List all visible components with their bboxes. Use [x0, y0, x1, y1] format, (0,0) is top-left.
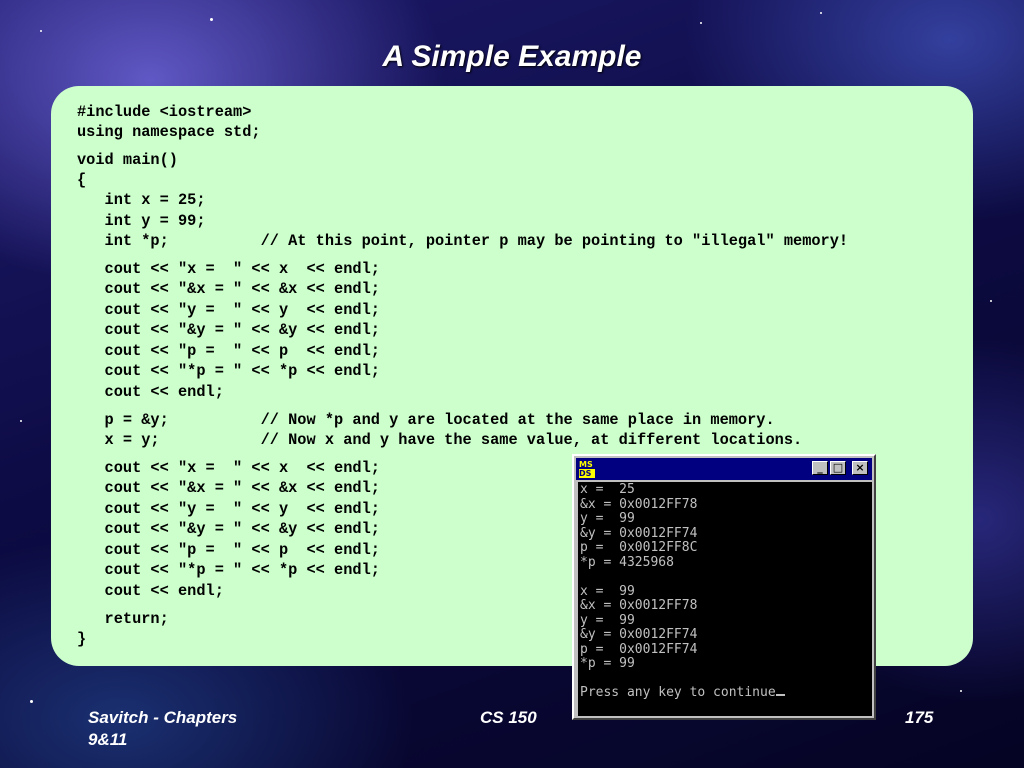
code-line: cout << "x = " << x << endl; — [77, 260, 380, 278]
console-line: &y = 0x0012FF74 — [580, 627, 698, 642]
background-star — [990, 300, 992, 302]
background-star — [820, 12, 822, 14]
console-line: p = 0x0012FF8C — [580, 540, 698, 555]
code-line: int y = 99; — [77, 212, 206, 230]
background-star — [960, 690, 962, 692]
page-number: 175 — [905, 708, 934, 727]
code-line: cout << "y = " << y << endl; — [77, 301, 380, 319]
console-line: y = 99 — [580, 511, 635, 526]
code-line: cout << "&y = " << &y << endl; — [77, 520, 380, 538]
console-output[interactable]: x = 25 &x = 0x0012FF78 y = 99 &y = 0x001… — [578, 482, 872, 716]
console-prompt: Press any key to continue — [580, 685, 776, 700]
footer-left-line1: Savitch - Chapters — [88, 708, 238, 727]
code-line: cout << "&x = " << &x << endl; — [77, 479, 380, 497]
footer-course: CS 150 — [480, 708, 537, 727]
code-line: cout << endl; — [77, 383, 224, 401]
code-line: cout << "&x = " << &x << endl; — [77, 280, 380, 298]
console-line: y = 99 — [580, 612, 635, 628]
code-line: cout << "&y = " << &y << endl; — [77, 321, 380, 339]
cursor-icon — [775, 694, 785, 696]
code-line: cout << "p = " << p << endl; — [77, 541, 380, 559]
console-line: *p = 99 — [580, 656, 635, 671]
msdos-icon-label-bottom: DS — [579, 469, 595, 478]
console-line: &y = 0x0012FF74 — [580, 525, 698, 541]
slide-title: A Simple Example — [382, 40, 642, 73]
code-line: { — [77, 171, 87, 189]
maximize-button[interactable]: □ — [830, 461, 846, 475]
background-star — [30, 700, 33, 703]
console-line: &x = 0x0012FF78 — [580, 496, 698, 512]
console-line: p = 0x0012FF74 — [580, 641, 698, 657]
console-line: *p = 4325968 — [580, 554, 674, 570]
msdos-icon-label-top: MS — [579, 460, 593, 469]
console-prompt-line: Press any key to continue — [580, 685, 785, 701]
code-line: cout << endl; — [77, 582, 224, 600]
background-star — [40, 30, 42, 32]
code-line: int x = 25; — [77, 191, 206, 209]
footer-left: Savitch - Chapters 9&11 — [88, 707, 237, 751]
code-line: int *p; // At this point, pointer p may … — [77, 232, 849, 250]
console-titlebar[interactable]: MS DS _ □ × — [576, 458, 872, 480]
code-line: void main() — [77, 151, 178, 169]
code-line: using namespace std; — [77, 123, 261, 141]
background-star — [700, 22, 702, 24]
console-line: &x = 0x0012FF78 — [580, 598, 698, 613]
code-line: return; — [77, 610, 169, 628]
console-line: x = 99 — [580, 583, 635, 599]
code-line: cout << "*p = " << *p << endl; — [77, 362, 380, 380]
code-line: cout << "*p = " << *p << endl; — [77, 561, 380, 579]
code-line: cout << "y = " << y << endl; — [77, 500, 380, 518]
footer-left-line2: 9&11 — [88, 730, 128, 749]
console-window[interactable]: MS DS _ □ × x = 25 &x = 0x0012FF78 y = 9… — [572, 454, 876, 720]
background-star — [210, 18, 213, 21]
console-line: x = 25 — [580, 482, 635, 497]
msdos-icon[interactable]: MS DS — [579, 460, 599, 478]
code-line: p = &y; // Now *p and y are located at t… — [77, 411, 775, 429]
code-line: x = y; // Now x and y have the same valu… — [77, 431, 803, 449]
code-line: cout << "x = " << x << endl; — [77, 459, 380, 477]
close-button[interactable]: × — [852, 461, 868, 475]
code-line: #include <iostream> — [77, 103, 252, 121]
code-line: cout << "p = " << p << endl; — [77, 342, 380, 360]
code-line: } — [77, 630, 87, 648]
minimize-button[interactable]: _ — [812, 461, 828, 475]
background-star — [20, 420, 22, 422]
